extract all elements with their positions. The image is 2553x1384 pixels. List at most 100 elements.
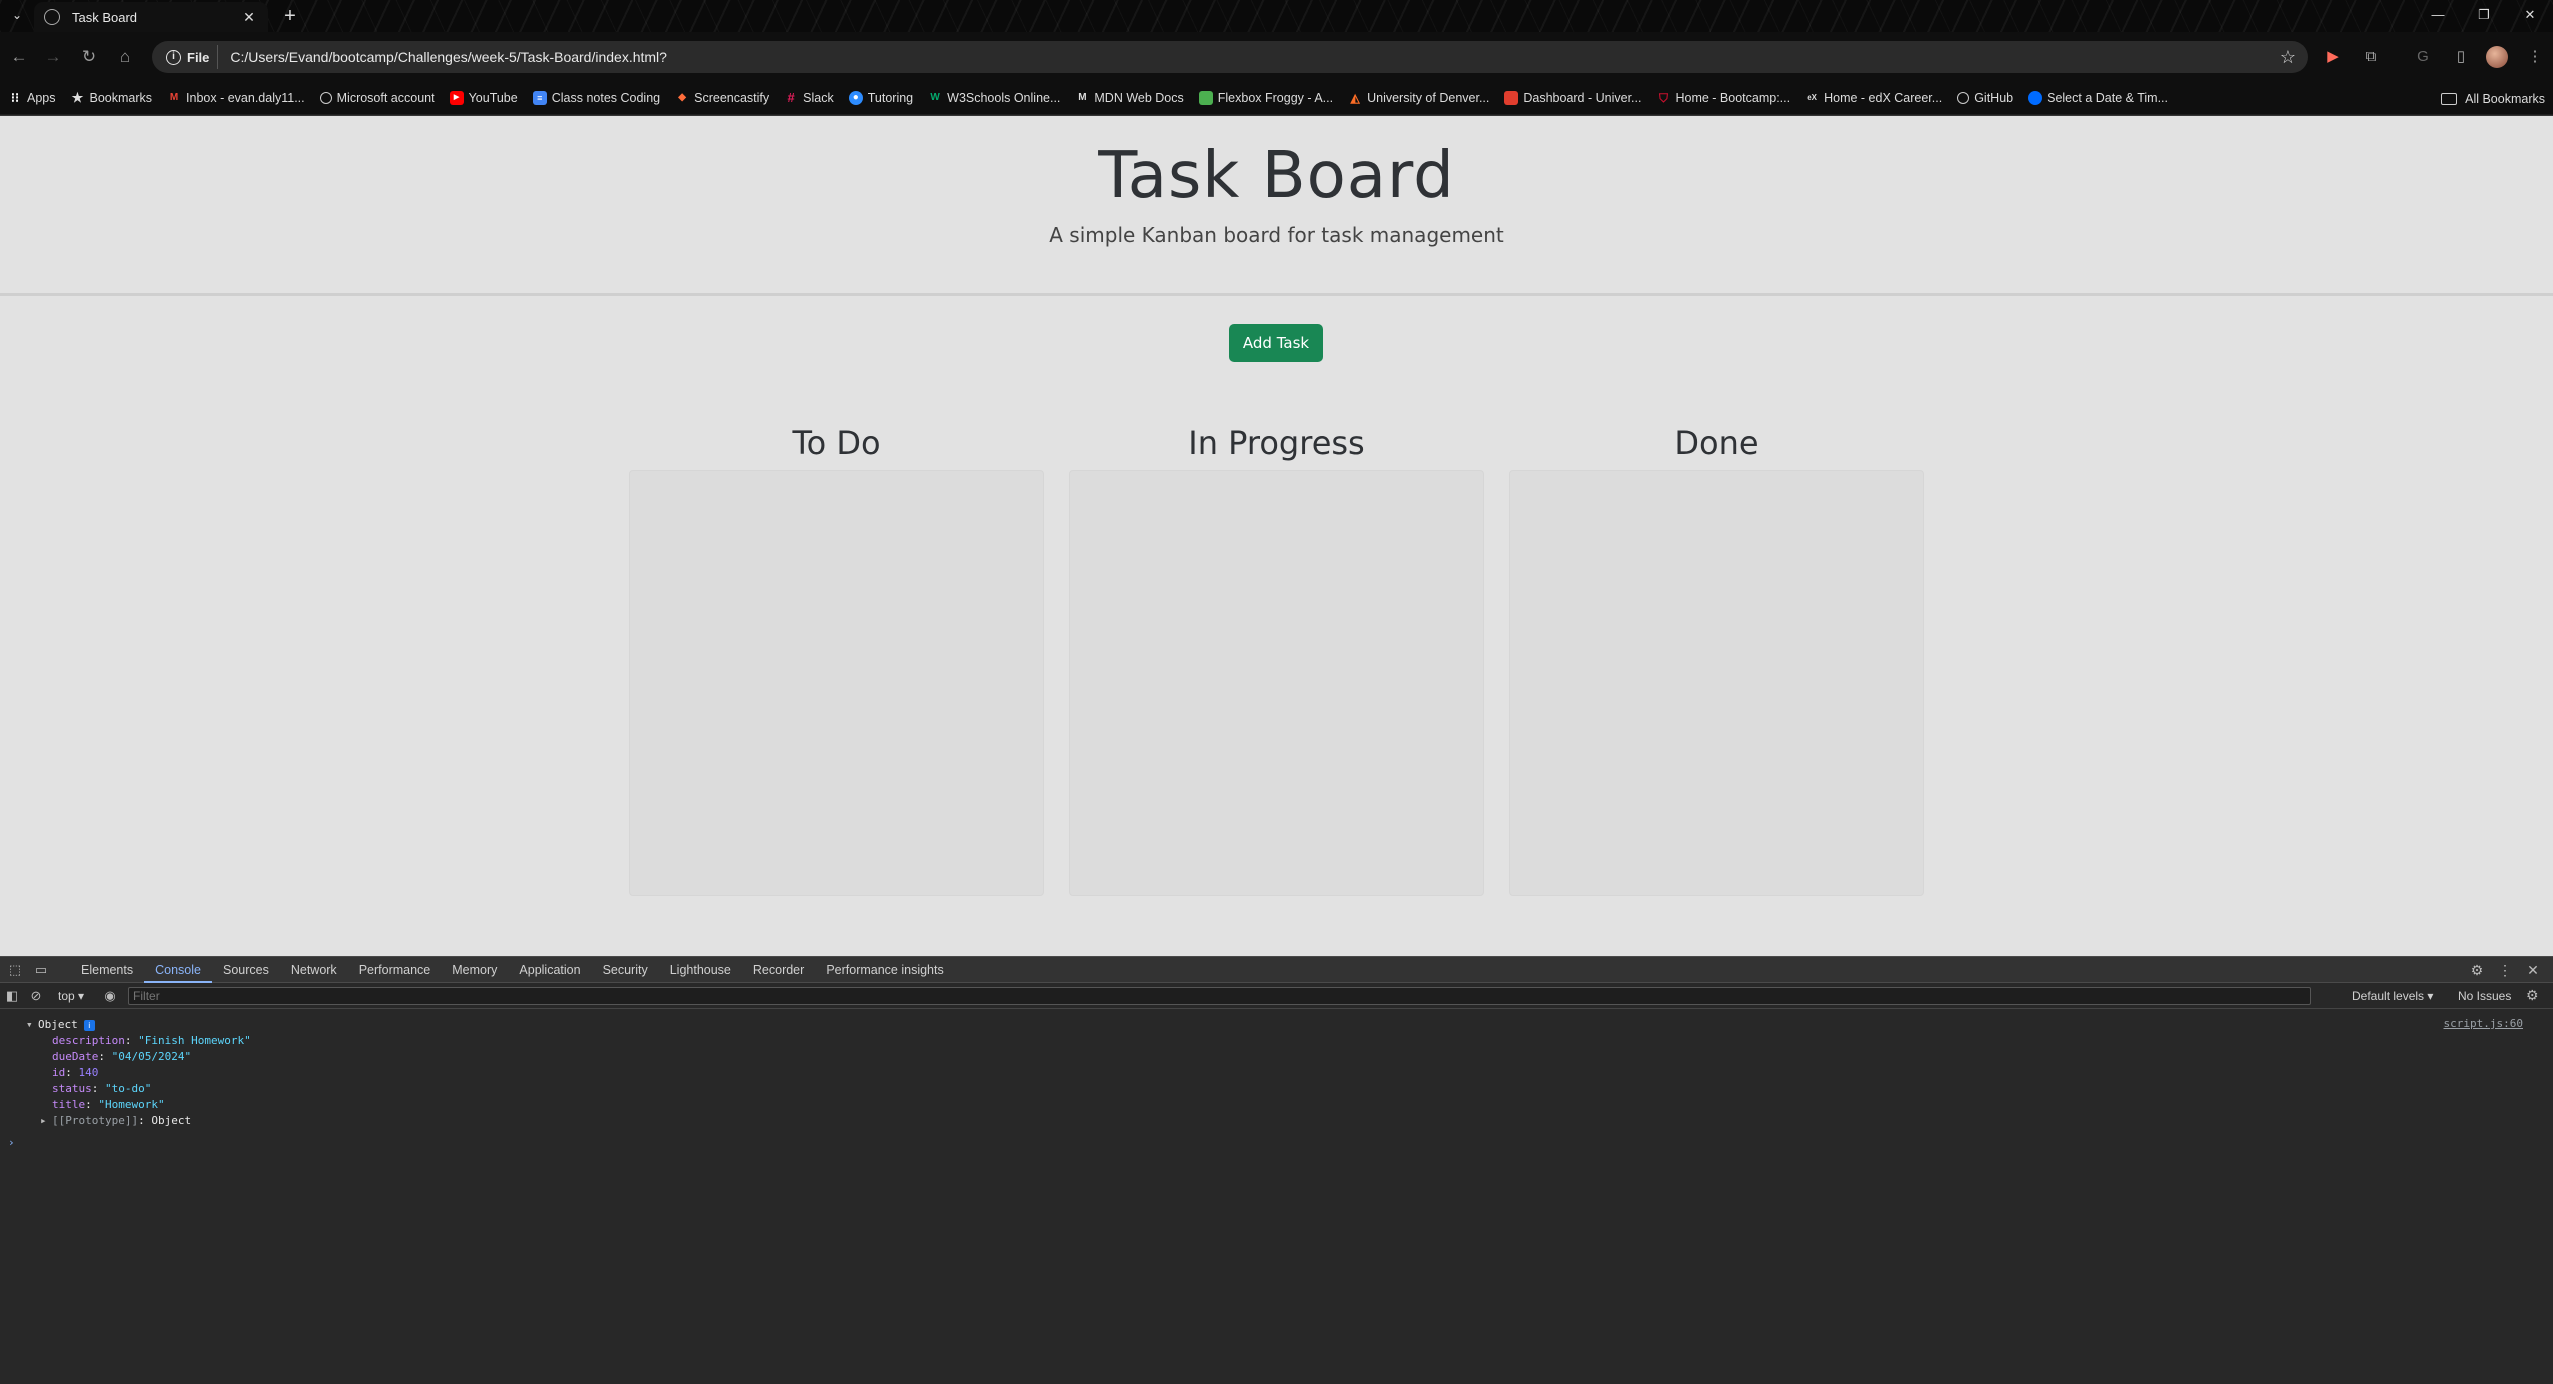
clear-console-icon[interactable]: ⊘ — [24, 988, 48, 1004]
collapse-triangle-icon[interactable]: ▸ — [40, 1113, 52, 1129]
more-options-icon[interactable]: ⋮ — [2491, 962, 2519, 979]
tab-memory[interactable]: Memory — [441, 957, 508, 983]
lane-dropzone[interactable] — [1509, 470, 1924, 896]
bookmark-apps[interactable]: ⁝⁝ Apps — [8, 91, 56, 106]
bookmark-dashboard[interactable]: Dashboard - Univer... — [1504, 91, 1641, 105]
address-bar[interactable]: i File C:/Users/Evand/bootcamp/Challenge… — [152, 41, 2308, 73]
bookmark-calendly[interactable]: Select a Date & Tim... — [2028, 91, 2168, 105]
prompt-chevron-icon: › — [8, 1136, 15, 1149]
tab-lighthouse[interactable]: Lighthouse — [659, 957, 742, 983]
tab-network[interactable]: Network — [280, 957, 348, 983]
page-title: Task Board — [1098, 139, 1455, 213]
settings-gear-icon[interactable]: ⚙ — [2463, 962, 2491, 979]
eye-icon[interactable]: ◉ — [98, 988, 122, 1004]
bookmark-github[interactable]: GitHub — [1957, 91, 2013, 105]
bookmark-gmail[interactable]: M Inbox - evan.daly11... — [167, 91, 305, 105]
all-bookmarks-button[interactable]: All Bookmarks — [2441, 82, 2545, 115]
property-value: "Homework" — [98, 1098, 165, 1111]
device-toolbar-icon[interactable]: ▭ — [30, 959, 52, 981]
star-icon: ★ — [71, 90, 84, 105]
inspect-element-icon[interactable]: ⬚ — [4, 959, 26, 981]
bookmark-mdn[interactable]: M MDN Web Docs — [1075, 91, 1184, 105]
bookmark-bookmarks[interactable]: ★ Bookmarks — [71, 90, 152, 106]
console-filter-input[interactable] — [128, 986, 2312, 1005]
screencastify-extension-icon[interactable]: ▶ — [2320, 44, 2346, 70]
back-arrow-icon[interactable]: ← — [6, 44, 32, 70]
gmail-icon: M — [169, 92, 179, 103]
tab-performance-insights[interactable]: Performance insights — [815, 957, 954, 983]
bookmark-university-denver[interactable]: ◭ University of Denver... — [1348, 91, 1489, 105]
expand-triangle-icon[interactable]: ▾ — [26, 1017, 38, 1033]
bookmark-star-icon[interactable]: ☆ — [2274, 47, 2302, 68]
bookmark-label: Microsoft account — [336, 91, 435, 105]
profile-avatar[interactable] — [2486, 46, 2508, 68]
console-settings-icon[interactable]: ⚙ — [2526, 987, 2539, 1004]
url-text[interactable]: C:/Users/Evand/bootcamp/Challenges/week-… — [230, 49, 2274, 65]
close-devtools-icon[interactable]: ✕ — [2519, 962, 2547, 979]
sidebar-toggle-icon[interactable]: ◧ — [0, 988, 24, 1004]
home-icon[interactable]: ⌂ — [112, 44, 138, 70]
tab-application[interactable]: Application — [508, 957, 591, 983]
property-value: "04/05/2024" — [111, 1050, 192, 1063]
tab-performance[interactable]: Performance — [348, 957, 442, 983]
page-viewport: Task Board A simple Kanban board for tas… — [0, 116, 2553, 956]
property-key: id — [52, 1066, 66, 1079]
add-task-button[interactable]: Add Task — [1229, 324, 1323, 362]
folder-icon — [2441, 92, 2458, 105]
extensions-puzzle-icon[interactable]: ⧉ — [2358, 44, 2384, 70]
tab-title: Task Board — [72, 9, 138, 25]
tab-elements[interactable]: Elements — [70, 957, 144, 983]
source-link[interactable]: script.js:60 — [2444, 1017, 2523, 1030]
tab-search-chevron-icon[interactable]: ⌄ — [8, 6, 26, 24]
shield-icon: ⛉ — [1658, 91, 1668, 105]
bookmark-label: Home - Bootcamp:... — [1675, 91, 1791, 105]
tab-close-icon[interactable]: ✕ — [240, 9, 258, 26]
prototype-row[interactable]: ▸ [[Prototype]]: Object — [0, 1113, 2553, 1129]
bookmark-microsoft[interactable]: Microsoft account — [319, 91, 435, 105]
devtools-tab-bar: ⬚ ▭ Elements Console Sources Network Per… — [0, 957, 2553, 983]
bookmark-edx[interactable]: eX Home - edX Career... — [1805, 91, 1942, 105]
property-key: title — [52, 1098, 86, 1111]
side-panel-icon[interactable]: ▯ — [2448, 44, 2474, 70]
docs-icon: ≡ — [532, 91, 547, 105]
console-prompt[interactable]: › — [0, 1135, 2553, 1151]
bookmark-label: MDN Web Docs — [1094, 91, 1184, 105]
bookmark-slack[interactable]: # Slack — [784, 91, 834, 106]
new-tab-button[interactable]: + — [278, 4, 302, 28]
property-value: "to-do" — [105, 1082, 152, 1095]
lane-dropzone[interactable] — [1069, 470, 1484, 896]
lane-dropzone[interactable] — [629, 470, 1044, 896]
youtube-icon: ▶ — [449, 91, 464, 105]
object-log-header[interactable]: ▾ Object i — [0, 1017, 2553, 1033]
calendly-icon — [2028, 91, 2043, 105]
bookmark-flexbox-froggy[interactable]: Flexbox Froggy - A... — [1198, 91, 1333, 105]
bookmark-bootcamp[interactable]: ⛉ Home - Bootcamp:... — [1656, 91, 1790, 105]
reload-icon[interactable]: ↻ — [76, 44, 102, 70]
log-levels-dropdown[interactable]: Default levels ▾ — [2352, 989, 2433, 1003]
minimize-button[interactable]: — — [2415, 0, 2461, 32]
gitlab-icon: ◭ — [1350, 91, 1360, 105]
bookmark-screencastify[interactable]: ◆ Screencastify — [675, 91, 769, 105]
object-property: description: "Finish Homework" — [52, 1034, 251, 1047]
tab-security[interactable]: Security — [592, 957, 659, 983]
forward-arrow-icon[interactable]: → — [40, 44, 66, 70]
tab-recorder[interactable]: Recorder — [742, 957, 815, 983]
bookmark-w3schools[interactable]: W W3Schools Online... — [928, 91, 1060, 105]
bookmark-class-notes[interactable]: ≡ Class notes Coding — [532, 91, 660, 105]
issues-counter[interactable]: No Issues — [2458, 989, 2511, 1003]
bookmark-label: Tutoring — [867, 91, 914, 105]
lane-done: Done — [1509, 416, 1924, 896]
bookmark-label: Slack — [803, 91, 834, 105]
site-info-chip[interactable]: i File — [160, 45, 219, 69]
close-window-button[interactable]: ✕ — [2507, 0, 2553, 32]
bookmark-tutoring[interactable]: ● Tutoring — [848, 91, 914, 105]
tab-console[interactable]: Console — [144, 957, 212, 983]
bookmark-label: Apps — [27, 91, 56, 105]
bookmark-youtube[interactable]: ▶ YouTube — [449, 91, 518, 105]
context-selector[interactable]: top ▾ — [58, 989, 84, 1003]
browser-tab[interactable]: Task Board ✕ — [34, 2, 268, 32]
tab-sources[interactable]: Sources — [212, 957, 280, 983]
menu-kebab-icon[interactable]: ⋮ — [2522, 44, 2548, 70]
restore-button[interactable]: ❐ — [2461, 0, 2507, 32]
google-icon[interactable]: G — [2410, 44, 2436, 70]
